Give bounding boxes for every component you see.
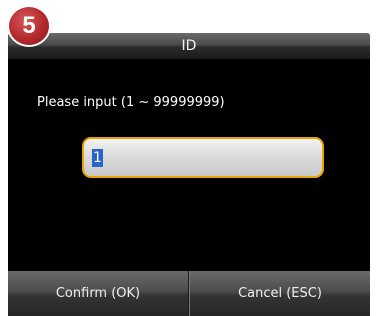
confirm-button[interactable]: Confirm (OK): [8, 271, 188, 316]
dialog-title: ID: [181, 38, 197, 54]
id-input-field[interactable]: 1: [82, 137, 324, 178]
device-screen: ID Please input (1 ~ 99999999) 1 Confirm…: [8, 33, 370, 316]
input-prompt: Please input (1 ~ 99999999): [37, 95, 225, 110]
id-input-value[interactable]: 1: [92, 149, 103, 167]
step-number-badge: 5: [9, 7, 49, 45]
cancel-button[interactable]: Cancel (ESC): [190, 271, 370, 316]
footer-bar: Confirm (OK) Cancel (ESC): [8, 271, 370, 316]
title-bar: ID: [8, 33, 370, 59]
